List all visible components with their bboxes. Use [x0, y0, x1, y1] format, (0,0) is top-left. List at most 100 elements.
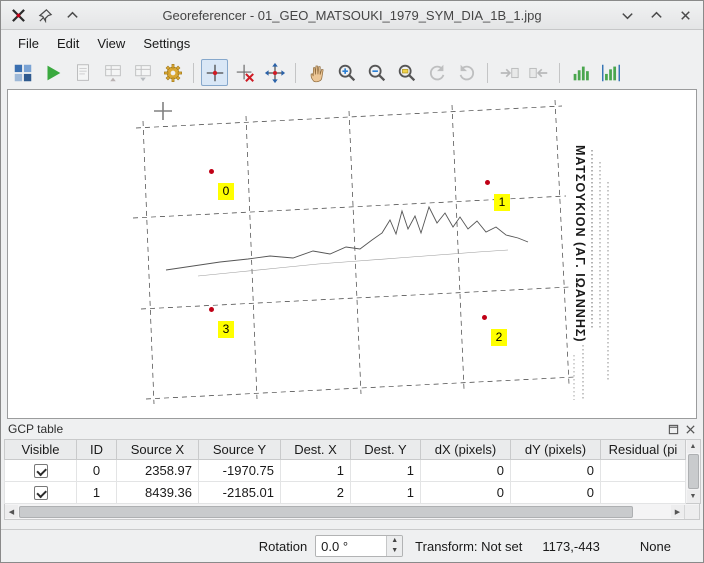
generate-gdal-script-button[interactable] — [69, 59, 96, 86]
pin-icon[interactable] — [38, 8, 53, 23]
open-raster-button[interactable] — [9, 59, 36, 86]
zoom-in-icon — [336, 62, 358, 84]
cell-id[interactable]: 0 — [77, 460, 117, 482]
transformation-settings-button[interactable] — [159, 59, 186, 86]
cell-source-y[interactable]: -1970.75 — [199, 460, 281, 482]
col-dx: dX (pixels) — [421, 440, 511, 460]
vertical-scroll-thumb[interactable] — [688, 454, 699, 489]
statusbar: Rotation ▲ ▼ Transform: Not set 1173,-44… — [1, 529, 703, 562]
cell-dx[interactable]: 0 — [421, 460, 511, 482]
close-icon[interactable] — [678, 8, 693, 23]
move-point-button[interactable] — [261, 59, 288, 86]
gcp-label: 0 — [218, 183, 234, 200]
visible-checkbox[interactable] — [34, 486, 48, 500]
map-drawing: ΜΑΤΣΟΥΚΙΟΝ (ΑΓ. ΙΩΑΝΝΗΣ) — [8, 90, 696, 418]
toolbar-separator — [487, 63, 488, 83]
visible-checkbox[interactable] — [34, 464, 48, 478]
minimize-icon[interactable] — [620, 8, 635, 23]
zoom-out-icon — [366, 62, 388, 84]
full-histogram-stretch-button[interactable] — [597, 59, 624, 86]
transform-status: Transform: Not set — [415, 539, 522, 554]
cell-dx[interactable]: 0 — [421, 482, 511, 504]
delete-point-button[interactable] — [231, 59, 258, 86]
cell-source-y[interactable]: -2185.01 — [199, 482, 281, 504]
vertical-scrollbar[interactable]: ▲ ▼ — [686, 439, 701, 504]
cell-visible[interactable] — [5, 460, 77, 482]
maximize-icon[interactable] — [649, 8, 664, 23]
cell-dest-x[interactable]: 2 — [281, 482, 351, 504]
pan-button[interactable] — [303, 59, 330, 86]
cell-residual[interactable] — [601, 460, 686, 482]
cell-source-x[interactable]: 2358.97 — [117, 460, 199, 482]
spin-down-icon[interactable]: ▼ — [387, 546, 402, 556]
col-residual: Residual (pi — [601, 440, 686, 460]
zoom-in-button[interactable] — [333, 59, 360, 86]
open-raster-icon — [12, 62, 34, 84]
save-gcp-points-button[interactable] — [129, 59, 156, 86]
window-title: Georeferencer - 01_GEO_MATSOUKI_1979_SYM… — [1, 8, 703, 23]
cursor-coordinates: 1173,-443 — [542, 539, 600, 554]
close-panel-icon[interactable] — [685, 424, 696, 435]
cell-residual[interactable] — [601, 482, 686, 504]
rotation-spinbox[interactable]: ▲ ▼ — [315, 535, 403, 557]
scroll-right-icon[interactable]: ▶ — [671, 505, 684, 518]
cell-dest-y[interactable]: 1 — [351, 460, 421, 482]
menu-edit[interactable]: Edit — [48, 33, 88, 54]
script-icon — [72, 62, 94, 84]
menu-settings[interactable]: Settings — [134, 33, 199, 54]
shade-icon[interactable] — [65, 8, 80, 23]
load-gcp-points-button[interactable] — [99, 59, 126, 86]
cell-dest-y[interactable]: 1 — [351, 482, 421, 504]
zoom-out-button[interactable] — [363, 59, 390, 86]
gcp-table-area: Visible ID Source X Source Y Dest. X Des… — [4, 439, 700, 504]
histogram-full-icon — [600, 62, 622, 84]
rotation-input[interactable] — [316, 536, 386, 556]
start-georeferencing-button[interactable] — [39, 59, 66, 86]
zoom-to-layer-button[interactable] — [393, 59, 420, 86]
col-dest-x: Dest. X — [281, 440, 351, 460]
float-panel-icon[interactable] — [668, 424, 679, 435]
horizontal-scrollbar[interactable]: ◀ ▶ — [4, 504, 700, 520]
gcp-dot — [209, 307, 214, 312]
local-histogram-stretch-button[interactable] — [567, 59, 594, 86]
gcp-dot — [209, 169, 214, 174]
toolbar-separator — [559, 63, 560, 83]
titlebar[interactable]: Georeferencer - 01_GEO_MATSOUKI_1979_SYM… — [1, 1, 703, 30]
col-dy: dY (pixels) — [511, 440, 601, 460]
gcp-label: 1 — [494, 194, 510, 211]
col-dest-y: Dest. Y — [351, 440, 421, 460]
cell-dest-x[interactable]: 1 — [281, 460, 351, 482]
menu-view[interactable]: View — [88, 33, 134, 54]
scroll-up-icon[interactable]: ▲ — [687, 440, 700, 453]
link-qgis-to-georeferencer-button[interactable] — [525, 59, 552, 86]
cell-visible[interactable] — [5, 482, 77, 504]
horizontal-scroll-thumb[interactable] — [19, 506, 633, 518]
cell-id[interactable]: 1 — [77, 482, 117, 504]
scroll-down-icon[interactable]: ▼ — [687, 490, 700, 503]
link-qgis-icon — [528, 62, 550, 84]
cell-dy[interactable]: 0 — [511, 460, 601, 482]
zoom-last-button[interactable] — [423, 59, 450, 86]
hand-icon — [306, 62, 328, 84]
link-georeferencer-to-qgis-button[interactable] — [495, 59, 522, 86]
col-source-x: Source X — [117, 440, 199, 460]
cell-source-x[interactable]: 8439.36 — [117, 482, 199, 504]
gcp-table-title: GCP table — [8, 422, 63, 436]
horizontal-scroll-track[interactable] — [18, 505, 671, 519]
map-canvas[interactable]: ΜΑΤΣΟΥΚΙΟΝ (ΑΓ. ΙΩΑΝΝΗΣ) 0 1 2 3 — [7, 89, 697, 419]
crs-status: None — [640, 539, 671, 554]
georeferencer-window: Georeferencer - 01_GEO_MATSOUKI_1979_SYM… — [0, 0, 704, 563]
add-point-button[interactable] — [201, 59, 228, 86]
spin-up-icon[interactable]: ▲ — [387, 536, 402, 546]
gcp-table-panel: GCP table Visible ID Source X Source Y D… — [4, 419, 700, 520]
cell-dy[interactable]: 0 — [511, 482, 601, 504]
gcp-row-1[interactable]: 1 8439.36 -2185.01 2 1 0 0 — [5, 482, 686, 504]
scroll-left-icon[interactable]: ◀ — [5, 505, 18, 518]
gcp-row-0[interactable]: 0 2358.97 -1970.75 1 1 0 0 — [5, 460, 686, 482]
save-gcp-icon — [132, 62, 154, 84]
zoom-next-button[interactable] — [453, 59, 480, 86]
toolbar — [1, 56, 703, 89]
toolbar-separator — [193, 63, 194, 83]
menu-file[interactable]: File — [9, 33, 48, 54]
col-id: ID — [77, 440, 117, 460]
